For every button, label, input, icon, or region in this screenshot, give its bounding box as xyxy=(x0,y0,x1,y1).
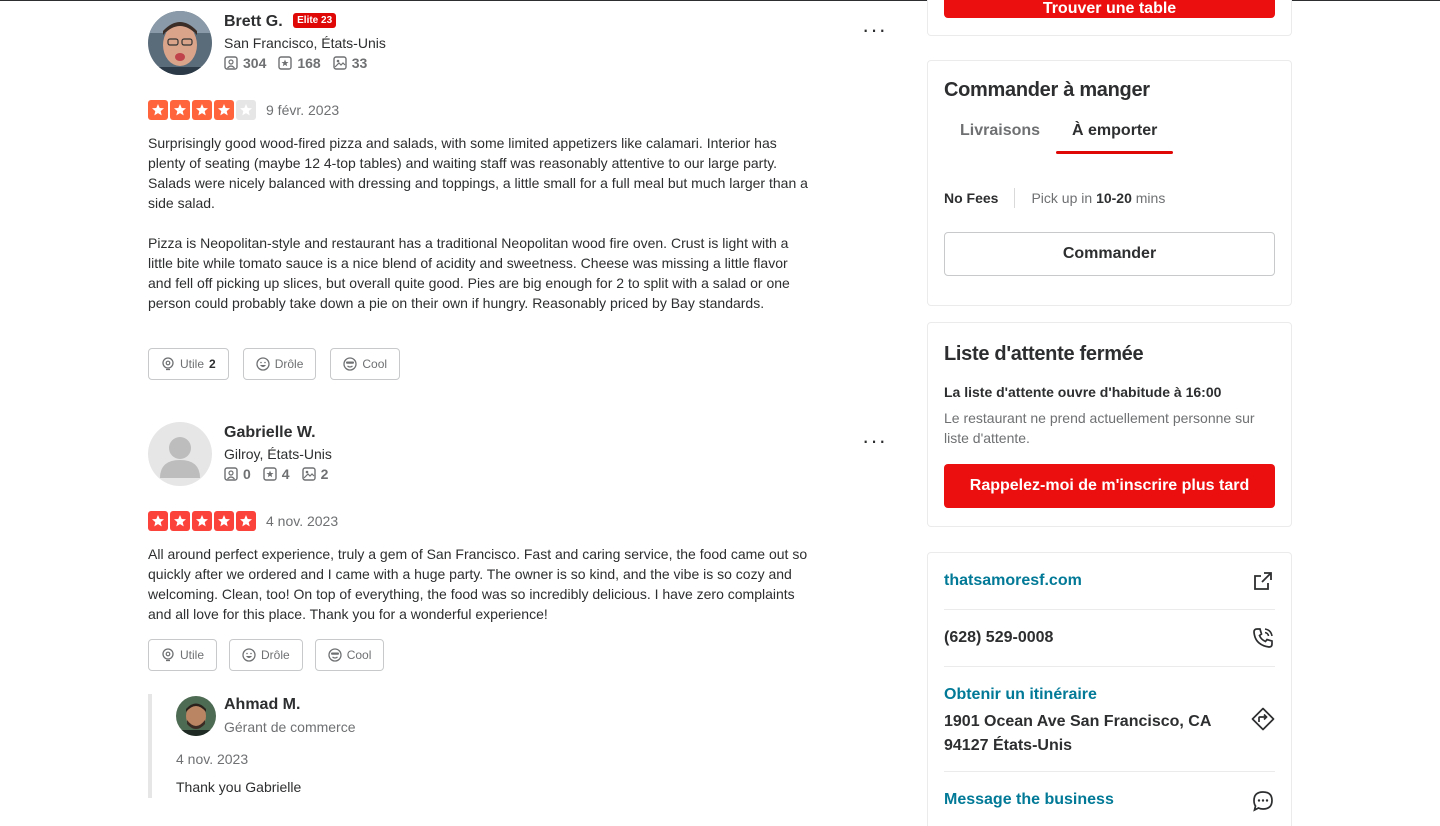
order-tabs: Livraisons À emporter xyxy=(944,122,1275,154)
star-empty-icon xyxy=(236,100,256,120)
review-paragraph: All around perfect experience, truly a g… xyxy=(148,546,808,622)
phone-icon[interactable] xyxy=(1251,626,1275,650)
directions-icon[interactable] xyxy=(1251,707,1275,731)
review-count: 0 xyxy=(224,466,251,482)
friend-count: 168 xyxy=(278,55,321,71)
useful-button[interactable]: Utile 2 xyxy=(148,348,229,380)
review-icon xyxy=(224,467,238,481)
user-stats: 0 4 2 xyxy=(224,466,332,482)
photo-count: 2 xyxy=(301,466,328,482)
funny-face-icon xyxy=(256,357,270,371)
directions-row[interactable]: Obtenir un itinéraire 1901 Ocean Ave San… xyxy=(944,667,1275,772)
order-title: Commander à manger xyxy=(944,79,1150,101)
chat-bubble-icon[interactable] xyxy=(1251,789,1275,813)
review-text: All around perfect experience, truly a g… xyxy=(148,544,808,644)
star-icon xyxy=(192,511,212,531)
star-outline-icon xyxy=(263,467,277,481)
no-fees-label: No Fees xyxy=(944,190,999,206)
star-icon xyxy=(214,100,234,120)
review-actions: Utile Drôle Cool xyxy=(148,639,385,671)
user-info: Gabrielle W. Gilroy, États-Unis 0 4 2 xyxy=(224,422,332,482)
address: 1901 Ocean Ave San Francisco, CA 94127 É… xyxy=(944,713,1211,754)
review-paragraph: Surprisingly good wood-fired pizza and s… xyxy=(148,135,808,211)
lightbulb-icon xyxy=(162,357,174,371)
owner-reply-date: 4 nov. 2023 xyxy=(176,751,249,767)
waitlist-title: Liste d'attente fermée xyxy=(944,343,1144,365)
phone-row: (628) 529-0008 xyxy=(944,610,1275,667)
photo-icon xyxy=(301,467,316,481)
friend-count: 4 xyxy=(263,466,290,482)
funny-button[interactable]: Drôle xyxy=(229,639,303,671)
review-count: 304 xyxy=(224,55,266,71)
star-icon xyxy=(236,511,256,531)
waitlist-description: Le restaurant ne prend actuellement pers… xyxy=(944,410,1255,446)
more-options-icon[interactable]: ··· xyxy=(862,19,887,41)
lightbulb-icon xyxy=(162,648,174,662)
avatar[interactable] xyxy=(148,422,212,486)
owner-avatar[interactable] xyxy=(176,696,216,736)
review-icon xyxy=(224,56,238,70)
order-food-card: Commander à manger Livraisons À emporter… xyxy=(927,60,1292,306)
waitlist-hours: La liste d'attente ouvre d'habitude à 16… xyxy=(944,384,1222,400)
funny-button[interactable]: Drôle xyxy=(242,348,317,380)
useful-button[interactable]: Utile xyxy=(148,639,218,671)
avatar[interactable] xyxy=(148,11,212,75)
funny-face-icon xyxy=(242,648,256,662)
star-rating: 9 févr. 2023 xyxy=(148,100,339,120)
owner-name[interactable]: Ahmad M. xyxy=(224,696,300,714)
tab-takeout[interactable]: À emporter xyxy=(1056,122,1174,154)
user-location: San Francisco, États-Unis xyxy=(224,35,386,51)
review-text: Surprisingly good wood-fired pizza and s… xyxy=(148,133,808,333)
review-date: 9 févr. 2023 xyxy=(266,102,340,118)
photo-icon xyxy=(333,56,347,70)
divider xyxy=(1014,188,1016,208)
cool-button[interactable]: Cool xyxy=(314,639,385,671)
owner-role: Gérant de commerce xyxy=(224,719,356,735)
tab-delivery[interactable]: Livraisons xyxy=(944,122,1056,154)
pickup-time: Pick up in 10-20 mins xyxy=(1031,190,1166,206)
find-table-button[interactable]: Trouver une table xyxy=(944,0,1275,18)
review-paragraph: Pizza is Neopolitan-style and restaurant… xyxy=(148,235,790,311)
star-icon xyxy=(192,100,212,120)
user-info: Brett G. Elite 23 San Francisco, États-U… xyxy=(224,11,386,71)
reservation-card: Trouver une table xyxy=(927,0,1292,36)
owner-reply: Ahmad M. Gérant de commerce 4 nov. 2023 … xyxy=(148,694,848,798)
elite-badge: Elite 23 xyxy=(293,13,337,28)
photo-count: 33 xyxy=(333,55,367,71)
star-icon xyxy=(170,100,190,120)
star-icon xyxy=(214,511,234,531)
user-name[interactable]: Brett G. xyxy=(224,11,283,33)
review-card: Brett G. Elite 23 San Francisco, États-U… xyxy=(148,11,888,391)
star-icon xyxy=(170,511,190,531)
website-row[interactable]: thatsamoresf.com xyxy=(944,553,1275,610)
user-name[interactable]: Gabrielle W. xyxy=(224,422,316,444)
remind-me-button[interactable]: Rappelez-moi de m'inscrire plus tard xyxy=(944,464,1275,508)
cool-face-icon xyxy=(343,357,358,371)
star-icon xyxy=(148,511,168,531)
external-link-icon[interactable] xyxy=(1251,569,1275,593)
order-info: No Fees Pick up in 10-20 mins xyxy=(944,188,1275,208)
star-icon xyxy=(148,100,168,120)
website-link[interactable]: thatsamoresf.com xyxy=(944,572,1082,590)
message-row[interactable]: Message the business xyxy=(944,772,1275,826)
business-info-card: thatsamoresf.com (628) 529-0008 Obtenir … xyxy=(927,552,1292,826)
order-button[interactable]: Commander xyxy=(944,232,1275,276)
more-options-icon[interactable]: ··· xyxy=(862,430,887,452)
message-link[interactable]: Message the business xyxy=(944,791,1114,809)
cool-face-icon xyxy=(328,648,342,662)
phone-number: (628) 529-0008 xyxy=(944,629,1054,646)
directions-link[interactable]: Obtenir un itinéraire xyxy=(944,686,1097,704)
cool-button[interactable]: Cool xyxy=(330,348,401,380)
review-card: Gabrielle W. Gilroy, États-Unis 0 4 2 ··… xyxy=(148,422,888,672)
waitlist-card: Liste d'attente fermée La liste d'attent… xyxy=(927,322,1292,527)
user-location: Gilroy, États-Unis xyxy=(224,446,332,462)
owner-reply-text: Thank you Gabrielle xyxy=(176,779,302,795)
review-actions: Utile 2 Drôle Cool xyxy=(148,348,401,380)
review-date: 4 nov. 2023 xyxy=(266,513,339,529)
user-stats: 304 168 33 xyxy=(224,55,386,71)
star-outline-icon xyxy=(278,56,293,70)
star-rating: 4 nov. 2023 xyxy=(148,511,338,531)
